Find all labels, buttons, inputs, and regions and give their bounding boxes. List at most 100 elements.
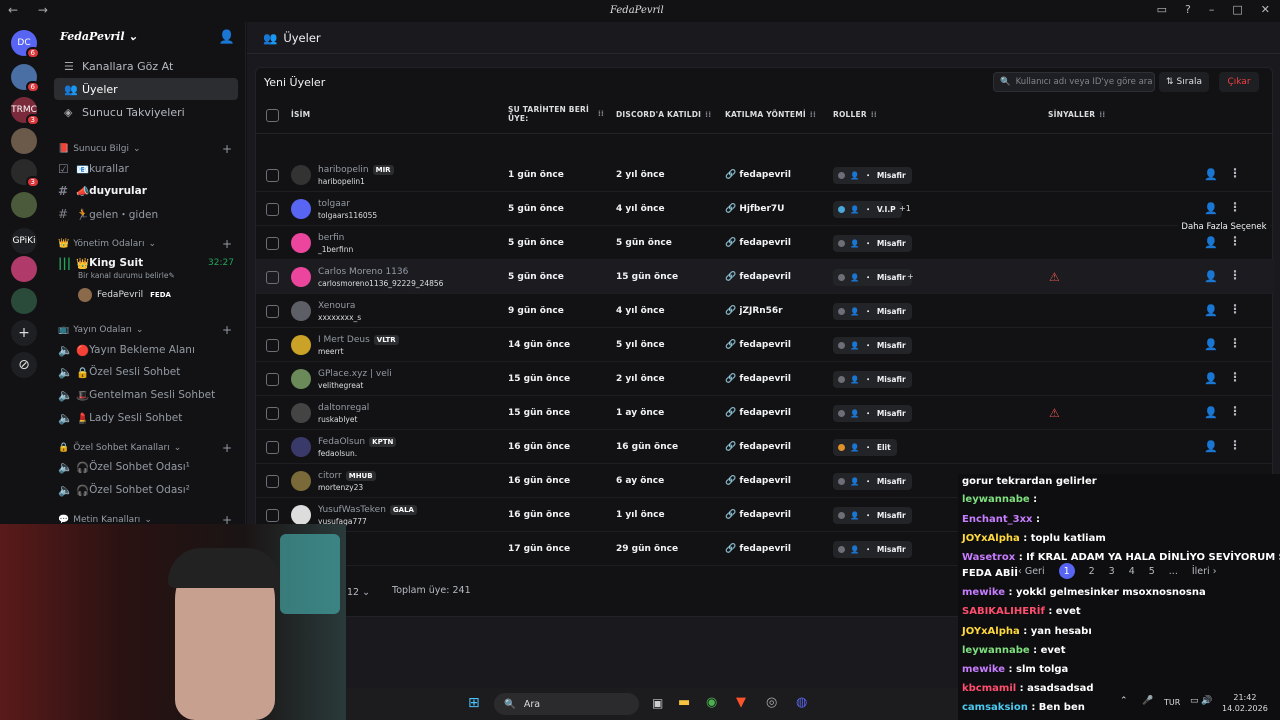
table-row[interactable]: berfin _1berfinn 5 gün önce 5 gün önce 🔗 fed… bbox=[256, 226, 1274, 260]
member-display-name[interactable]: berfin bbox=[318, 233, 344, 243]
channel-status-input[interactable]: Bir kanal durumu belirle ✎ bbox=[78, 269, 262, 281]
view-profile-icon[interactable]: 👤 bbox=[1204, 236, 1218, 249]
table-row[interactable]: I Mert Deus VLTR meerrt 14 gün önce 5 yıl ön… bbox=[256, 328, 1274, 362]
category-sunucu-bilgi[interactable]: 📕 Sunucu Bilgi ⌄ + bbox=[58, 142, 232, 156]
discord-icon[interactable]: ◍ bbox=[796, 695, 807, 710]
server-icon[interactable] bbox=[11, 256, 37, 282]
row-checkbox[interactable] bbox=[266, 407, 279, 420]
member-display-name[interactable]: FedaOlsun KPTN bbox=[318, 437, 397, 447]
more-options-icon[interactable]: ⋮ bbox=[1229, 268, 1241, 282]
add-server-icon[interactable]: + bbox=[11, 320, 37, 346]
role-pill[interactable]: 👤 ・ Misafir bbox=[833, 235, 912, 252]
row-checkbox[interactable] bbox=[266, 305, 279, 318]
table-row[interactable]: Carlos Moreno 1136 carlosmoreno1136_92229… bbox=[256, 260, 1274, 294]
table-row[interactable]: Xenoura xxxxxxxx_s 9 gün önce 4 yıl önce 🔗 j… bbox=[256, 294, 1274, 328]
voice-channel-gentelman[interactable]: 🔈 🎩 Gentelman Sesli Sohbet bbox=[58, 385, 242, 405]
table-row[interactable]: daltonregal ruskablyet 15 gün önce 1 ay önc… bbox=[256, 396, 1274, 430]
view-profile-icon[interactable]: 👤 bbox=[1204, 304, 1218, 317]
windows-start-icon[interactable]: ⊞ bbox=[468, 695, 480, 711]
column-name[interactable]: İSİM bbox=[291, 110, 310, 119]
column-roles[interactable]: ROLLER ⁞⁞ bbox=[833, 110, 877, 119]
more-options-icon[interactable]: ⋮ bbox=[1229, 370, 1241, 384]
member-display-name[interactable]: citorr MHUB bbox=[318, 471, 376, 481]
filter-icon[interactable]: ⁞⁞ bbox=[871, 110, 877, 119]
role-pill[interactable]: 👤 ・ Misafir bbox=[833, 167, 912, 184]
more-options-icon[interactable]: ⋮ bbox=[1229, 438, 1241, 452]
view-profile-icon[interactable]: 👤 bbox=[1204, 202, 1218, 215]
close-button[interactable]: ✕ bbox=[1261, 3, 1270, 16]
role-pill[interactable]: 👤 ・ Misafir bbox=[833, 541, 912, 558]
view-profile-icon[interactable]: 👤 bbox=[1204, 440, 1218, 453]
add-channel-icon[interactable]: + bbox=[222, 441, 232, 455]
sort-button[interactable]: ⇅ Sırala bbox=[1159, 72, 1209, 92]
role-pill[interactable]: 👤 ・ Misafir bbox=[833, 269, 912, 286]
server-icon[interactable]: TRMC 3 bbox=[11, 97, 40, 126]
page-4-button[interactable]: 4 bbox=[1129, 566, 1135, 577]
column-member-since[interactable]: ŞU TARİHTEN BERİ ÜYE: ⁞⁞ bbox=[508, 105, 604, 123]
taskbar-clock[interactable]: 21:42 14.02.2026 bbox=[1222, 692, 1268, 714]
more-options-icon[interactable]: ⋮ bbox=[1229, 302, 1241, 316]
column-join-method[interactable]: KATILMA YÖNTEMİ ⁞⁞ bbox=[725, 110, 816, 119]
row-checkbox[interactable] bbox=[266, 271, 279, 284]
minimize-button[interactable]: – bbox=[1209, 3, 1215, 16]
task-view-icon[interactable]: ▣ bbox=[652, 696, 663, 710]
server-icon[interactable] bbox=[11, 128, 37, 154]
role-pill[interactable]: 👤 ・ Misafir bbox=[833, 303, 912, 320]
more-options-icon[interactable]: ⋮ bbox=[1229, 166, 1241, 180]
more-options-icon[interactable]: ⋮ bbox=[1229, 200, 1241, 214]
invite-people-icon[interactable]: 👤 bbox=[219, 30, 235, 45]
discover-icon[interactable]: ⊘ bbox=[11, 352, 37, 378]
view-profile-icon[interactable]: 👤 bbox=[1204, 372, 1218, 385]
page-size-select[interactable]: 12 ⌄ bbox=[341, 585, 377, 600]
select-all-checkbox[interactable] bbox=[266, 109, 279, 122]
column-discord-joined[interactable]: DISCORD'A KATILDI ⁞⁞ bbox=[616, 110, 711, 119]
brave-icon[interactable]: ▼ bbox=[736, 695, 746, 710]
view-profile-icon[interactable]: 👤 bbox=[1204, 168, 1218, 181]
row-checkbox[interactable] bbox=[266, 237, 279, 250]
more-roles-button[interactable]: + bbox=[907, 272, 914, 281]
help-icon[interactable]: ? bbox=[1185, 3, 1191, 16]
inbox-icon[interactable]: ▭ bbox=[1157, 3, 1167, 16]
voice-user[interactable]: FedaPevril FEDA bbox=[78, 285, 262, 305]
view-profile-icon[interactable]: 👤 bbox=[1204, 406, 1218, 419]
table-row[interactable]: tolgaar tolgaars116055 5 gün önce 4 yıl önc… bbox=[256, 192, 1274, 226]
member-display-name[interactable]: GPlace.xyz | veli bbox=[318, 369, 392, 379]
member-display-name[interactable]: daltonregal bbox=[318, 403, 369, 413]
browse-channels-item[interactable]: ☰ Kanallara Göz At bbox=[54, 55, 238, 77]
row-checkbox[interactable] bbox=[266, 475, 279, 488]
page-1-button[interactable]: 1 bbox=[1058, 563, 1075, 579]
category-ozel-sohbet[interactable]: 🔒 Özel Sohbet Kanalları ⌄ + bbox=[58, 441, 232, 455]
filter-icon[interactable]: ⁞⁞ bbox=[598, 109, 604, 118]
column-signals[interactable]: SİNYALLER ⁞⁞ bbox=[1048, 110, 1105, 119]
row-checkbox[interactable] bbox=[266, 509, 279, 522]
server-icon[interactable]: GPiKi bbox=[11, 228, 37, 254]
chrome-icon[interactable]: ◉ bbox=[706, 695, 717, 710]
server-icon[interactable] bbox=[11, 192, 37, 218]
add-channel-icon[interactable]: + bbox=[222, 237, 232, 251]
role-pill[interactable]: 👤 ・ V.I.P bbox=[833, 201, 902, 218]
row-checkbox[interactable] bbox=[266, 203, 279, 216]
filter-icon[interactable]: ⁞⁞ bbox=[1099, 110, 1105, 119]
table-row[interactable]: haribopelin MIR haribopelin1 1 gün önce 2 yı… bbox=[256, 158, 1274, 192]
channel-gelen-giden[interactable]: # 🏃 gelen・giden bbox=[58, 204, 242, 224]
role-pill[interactable]: 👤 ・ Misafir bbox=[833, 473, 912, 490]
more-options-icon[interactable]: ⋮ bbox=[1229, 336, 1241, 350]
member-display-name[interactable]: I Mert Deus VLTR bbox=[318, 335, 399, 345]
guild-name-button[interactable]: FedaPevril ⌄ bbox=[60, 30, 138, 43]
add-channel-icon[interactable]: + bbox=[222, 323, 232, 337]
nav-arrows-icon[interactable]: ← → bbox=[8, 3, 56, 17]
filter-icon[interactable]: ⁞⁞ bbox=[705, 110, 711, 119]
voice-channel-ozel-2[interactable]: 🔈 🎧 Özel Sohbet Odası² bbox=[58, 480, 242, 500]
member-display-name[interactable]: YusufWasTeken GALA bbox=[318, 505, 417, 515]
voice-channel-ozel-1[interactable]: 🔈 🎧 Özel Sohbet Odası¹ bbox=[58, 457, 242, 477]
view-profile-icon[interactable]: 👤 bbox=[1204, 338, 1218, 351]
row-checkbox[interactable] bbox=[266, 169, 279, 182]
member-display-name[interactable]: Xenoura bbox=[318, 301, 355, 311]
filter-icon[interactable]: ⁞⁞ bbox=[810, 110, 816, 119]
mic-icon[interactable]: 🎤 bbox=[1142, 696, 1153, 706]
page-2-button[interactable]: 2 bbox=[1089, 566, 1095, 577]
table-row[interactable]: GPlace.xyz | veli velithegreat 15 gün önce… bbox=[256, 362, 1274, 396]
member-display-name[interactable]: tolgaar bbox=[318, 199, 350, 209]
role-pill[interactable]: 👤 ・ Misafir bbox=[833, 337, 912, 354]
member-display-name[interactable]: haribopelin MIR bbox=[318, 165, 394, 175]
